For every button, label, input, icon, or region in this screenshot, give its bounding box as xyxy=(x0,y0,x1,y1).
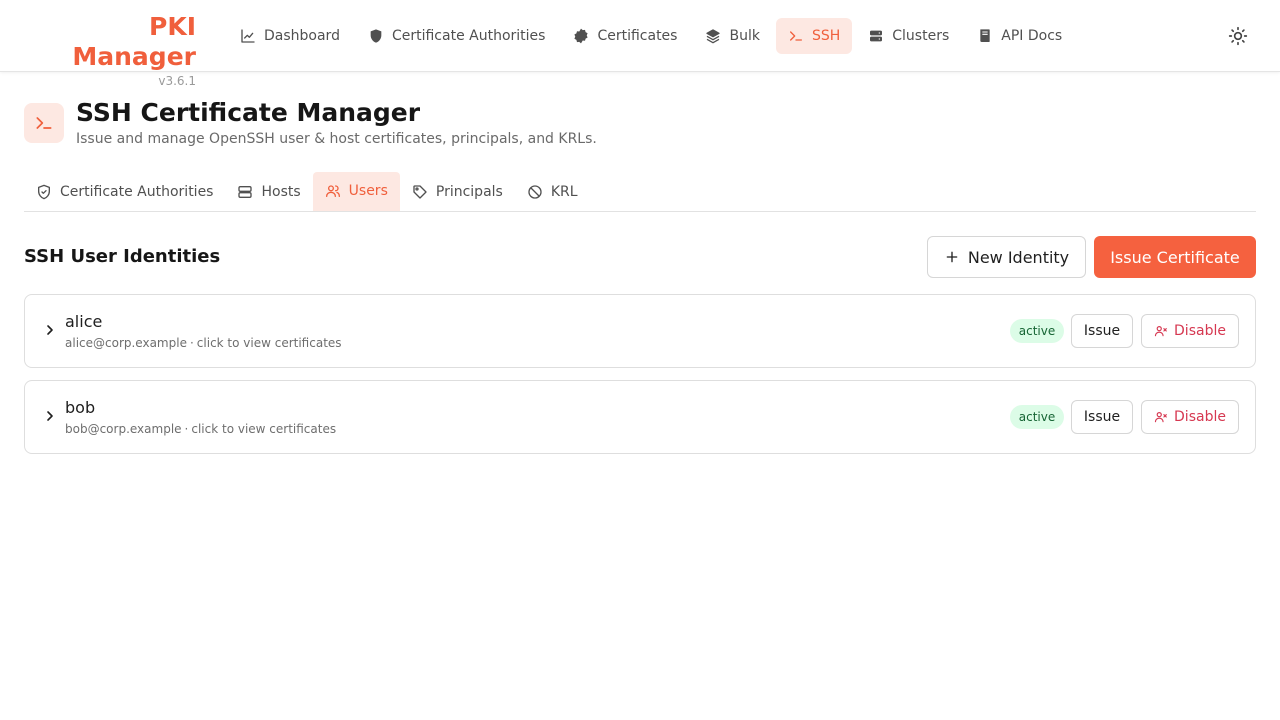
new-identity-label: New Identity xyxy=(967,247,1070,267)
tab-krl[interactable]: KRL xyxy=(515,172,590,211)
tab-label: Hosts xyxy=(261,183,301,200)
badge-check-icon xyxy=(574,28,589,44)
tab-principals[interactable]: Principals xyxy=(400,172,515,211)
main-nav: Dashboard Certificate Authorities Certif… xyxy=(228,18,1074,54)
tab-hosts[interactable]: Hosts xyxy=(225,172,312,211)
identity-name: bob xyxy=(65,398,96,417)
server-icon xyxy=(238,185,253,198)
nav-item-api-docs[interactable]: API Docs xyxy=(965,18,1074,54)
book-icon xyxy=(980,29,990,42)
disable-button[interactable]: Disable xyxy=(1141,314,1239,348)
theme-toggle-button[interactable] xyxy=(1222,20,1254,52)
nav-item-label: Dashboard xyxy=(264,28,340,44)
nav-item-label: Clusters xyxy=(892,28,950,44)
user-x-icon xyxy=(1154,412,1167,423)
tab-label: Principals xyxy=(435,183,503,200)
tab-certificate-authorities[interactable]: Certificate Authorities xyxy=(24,172,225,211)
identity-name: alice xyxy=(65,312,103,331)
identity-hint: click to view certificates xyxy=(191,422,337,436)
user-x-icon xyxy=(1154,326,1167,337)
identity-subtitle: alice@corp.example · click to view certifi… xyxy=(65,335,342,351)
separator: · xyxy=(189,336,194,350)
shield-icon xyxy=(370,29,382,43)
status-badge: active xyxy=(1010,405,1064,429)
brand[interactable]: PKI Manager v3.6.1 xyxy=(24,12,196,89)
page-subtitle: Issue and manage OpenSSH user & host cer… xyxy=(76,131,597,147)
tab-label: KRL xyxy=(550,183,578,200)
nav-item-dashboard[interactable]: Dashboard xyxy=(228,18,352,54)
nav-item-label: Certificate Authorities xyxy=(391,28,546,44)
identity-card-alice[interactable]: alice alice@corp.example · click to view c… xyxy=(24,294,1256,368)
section-title: SSH User Identities xyxy=(24,246,221,267)
plus-icon xyxy=(946,251,958,263)
nav-item-label: Bulk xyxy=(729,28,760,44)
identity-card-bob[interactable]: bob bob@corp.example · click to view certi… xyxy=(24,380,1256,454)
new-identity-button[interactable]: New Identity xyxy=(927,236,1086,278)
identity-hint: click to view certificates xyxy=(196,336,342,350)
brand-title: PKI Manager xyxy=(72,12,196,71)
chart-line-icon xyxy=(241,29,255,43)
tab-label: Certificate Authorities xyxy=(60,183,214,200)
server-icon xyxy=(870,30,883,42)
nav-item-label: API Docs xyxy=(1001,28,1063,44)
status-badge: active xyxy=(1010,319,1064,343)
chevron-right-icon[interactable] xyxy=(42,322,58,338)
terminal-icon xyxy=(789,31,802,41)
separator: · xyxy=(184,422,189,436)
terminal-icon xyxy=(36,117,52,129)
ban-icon xyxy=(528,184,542,199)
nav-item-certificate-authorities[interactable]: Certificate Authorities xyxy=(356,18,557,54)
page-icon-box xyxy=(24,103,64,143)
brand-version: v3.6.1 xyxy=(158,74,196,88)
users-icon xyxy=(325,184,340,197)
identity-subtitle: bob@corp.example · click to view certifica… xyxy=(65,421,336,437)
ssh-subtabs: Certificate Authorities Hosts Users Prin… xyxy=(24,172,1256,212)
nav-item-label: Certificates xyxy=(597,28,678,44)
nav-item-bulk[interactable]: Bulk xyxy=(693,18,771,54)
nav-item-ssh[interactable]: SSH xyxy=(775,18,853,54)
nav-item-label: SSH xyxy=(811,28,841,44)
tab-label: Users xyxy=(348,182,388,199)
identity-email: alice@corp.example xyxy=(65,336,187,350)
issue-certificate-button[interactable]: Issue Certificate xyxy=(1094,236,1256,278)
issue-button[interactable]: Issue xyxy=(1071,400,1133,434)
disable-label: Disable xyxy=(1174,323,1226,339)
tab-users[interactable]: Users xyxy=(312,172,400,211)
layers-icon xyxy=(706,29,721,44)
page-title: SSH Certificate Manager xyxy=(76,98,421,127)
disable-label: Disable xyxy=(1174,409,1226,425)
tag-icon xyxy=(413,184,427,199)
disable-button[interactable]: Disable xyxy=(1141,400,1239,434)
issue-button[interactable]: Issue xyxy=(1071,314,1133,348)
nav-item-certificates[interactable]: Certificates xyxy=(561,18,689,54)
nav-item-clusters[interactable]: Clusters xyxy=(856,18,961,54)
chevron-right-icon[interactable] xyxy=(42,408,58,424)
top-bar: PKI Manager v3.6.1 Dashboard Certificate… xyxy=(0,0,1280,88)
shield-check-icon xyxy=(38,184,50,199)
identity-email: bob@corp.example xyxy=(65,422,182,436)
sun-icon xyxy=(1228,26,1248,46)
